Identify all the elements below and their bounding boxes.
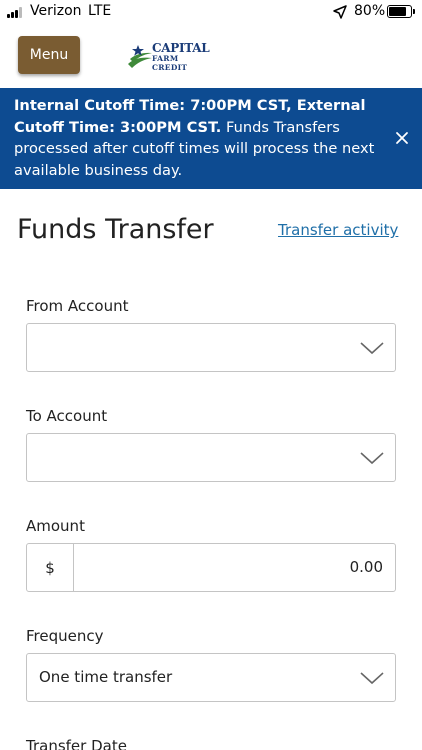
logo-wordmark: CAPITAL <box>152 41 210 55</box>
amount-input[interactable]: 0.00 <box>350 558 383 576</box>
chevron-down-icon <box>360 342 384 355</box>
cutoff-notice-banner: Internal Cutoff Time: 7:00PM CST, Extern… <box>0 88 422 189</box>
frequency-label: Frequency <box>26 627 104 645</box>
banner-message: Internal Cutoff Time: 7:00PM CST, Extern… <box>14 95 378 181</box>
network-type: LTE <box>88 3 112 19</box>
menu-button[interactable]: Menu <box>18 36 80 74</box>
chevron-down-icon <box>360 452 384 465</box>
battery-icon <box>387 5 415 18</box>
close-icon[interactable] <box>395 131 409 145</box>
carrier-name: Verizon <box>30 3 82 19</box>
frequency-value: One time transfer <box>39 668 173 686</box>
capital-farm-credit-logo[interactable]: CAPITAL FARM CREDIT <box>126 40 216 72</box>
amount-field[interactable]: $ 0.00 <box>26 543 396 592</box>
amount-label: Amount <box>26 517 85 535</box>
battery-percentage: 80% <box>354 3 386 19</box>
to-account-label: To Account <box>26 407 108 425</box>
from-account-label: From Account <box>26 297 129 315</box>
from-account-select[interactable] <box>26 323 396 372</box>
app-header: Menu CAPITAL FARM CREDIT <box>0 24 422 88</box>
transfer-date-label: Transfer Date <box>26 737 127 750</box>
to-account-select[interactable] <box>26 433 396 482</box>
logo-mark-icon <box>128 45 152 68</box>
logo-subtext: FARM CREDIT <box>152 54 188 72</box>
frequency-select[interactable]: One time transfer <box>26 653 396 702</box>
transfer-activity-link[interactable]: Transfer activity <box>278 221 398 239</box>
signal-strength-icon <box>7 7 25 18</box>
status-bar: Verizon LTE 80% <box>0 0 422 24</box>
location-arrow-icon <box>333 5 347 19</box>
currency-prefix: $ <box>27 544 74 591</box>
chevron-down-icon <box>360 672 384 685</box>
page-title: Funds Transfer <box>17 214 214 245</box>
